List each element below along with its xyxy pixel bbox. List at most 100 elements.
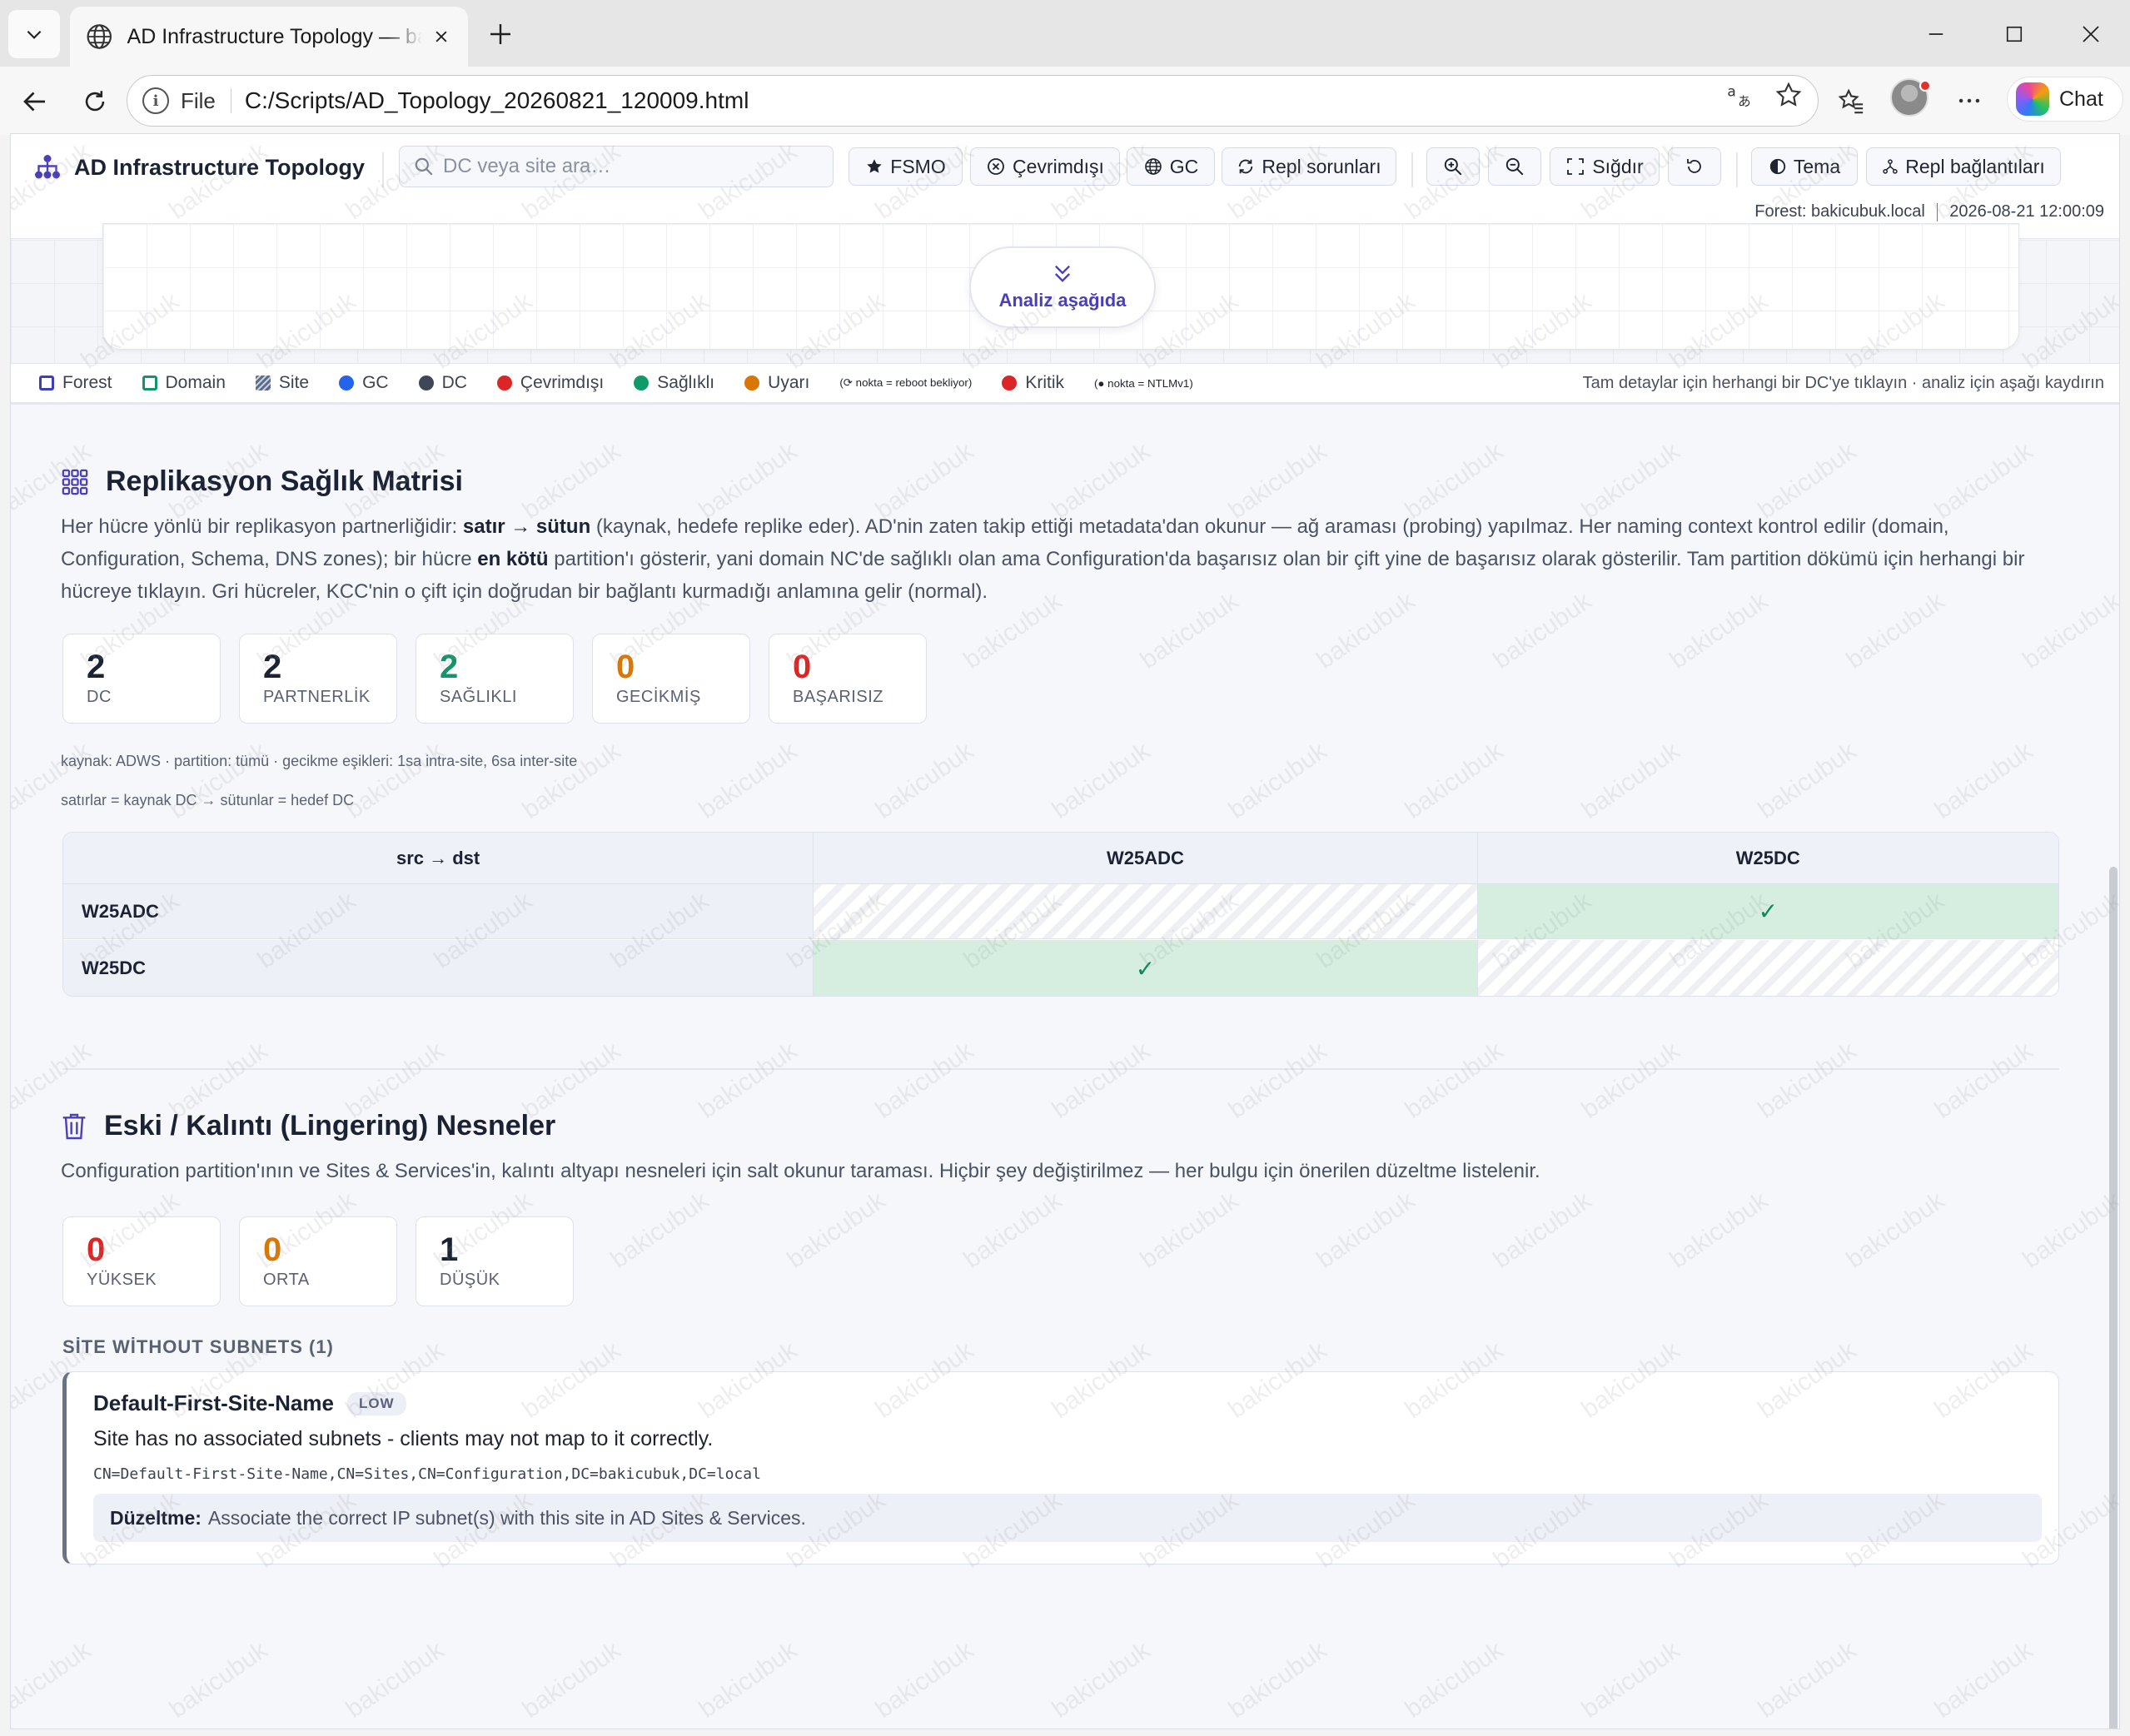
maximize-icon xyxy=(2006,26,2023,42)
watermark-text: bakicubuk xyxy=(1665,1186,1774,1274)
watermark-text: bakicubuk xyxy=(1753,1636,1862,1724)
watermark-text: bakicubuk xyxy=(2018,1186,2120,1274)
stat-label: GECİKMİŞ xyxy=(616,688,701,706)
watermark-text: bakicubuk xyxy=(694,1636,803,1724)
divider xyxy=(1936,202,1938,221)
legend-hint: Tam detaylar için herhangi bir DC'ye tık… xyxy=(1582,373,2104,392)
watermark-text: bakicubuk xyxy=(782,1186,891,1274)
stat-label: DÜŞÜK xyxy=(440,1271,500,1289)
desc-emphasis: satır → sütun xyxy=(462,515,591,538)
legend-label: Sağlıklı xyxy=(657,373,715,392)
more-options-icon[interactable] xyxy=(1948,80,1990,122)
stat-label: DC xyxy=(87,688,112,706)
desc-text: Her hücre yönlü bir replikasyon partnerl… xyxy=(61,515,463,538)
search-box[interactable] xyxy=(399,146,834,187)
search-input[interactable] xyxy=(443,155,809,178)
theme-button[interactable]: Tema xyxy=(1751,147,1858,186)
stat-value: 2 xyxy=(87,649,106,685)
favorites-icon[interactable] xyxy=(1830,80,1872,122)
reset-view-button[interactable] xyxy=(1668,147,1721,186)
legend-note: (● nokta = NTLMv1) xyxy=(1093,376,1193,390)
address-field[interactable]: i File C:/Scripts/AD_Topology_20260821_1… xyxy=(127,75,1819,127)
watermark-text: bakicubuk xyxy=(1223,1037,1332,1124)
info-icon[interactable]: i xyxy=(142,87,169,114)
legend-label: GC xyxy=(362,373,389,392)
browser-tab[interactable]: AD Infrastructure Topology — bakicubuk.l… xyxy=(70,7,468,67)
close-tab-icon[interactable] xyxy=(429,24,453,49)
new-tab-button[interactable] xyxy=(481,15,520,53)
close-window-button[interactable] xyxy=(2070,13,2112,55)
tab-list-button[interactable] xyxy=(8,10,60,58)
legend-label: Kritik xyxy=(1025,373,1064,392)
watermark-text: bakicubuk xyxy=(1223,737,1332,824)
watermark-text: bakicubuk xyxy=(1047,737,1156,824)
stat-value: 2 xyxy=(263,649,282,685)
generated-timestamp: 2026-08-21 12:00:09 xyxy=(1949,202,2104,221)
fsmo-button[interactable]: FSMO xyxy=(849,147,963,186)
tab-title: AD Infrastructure Topology — bakicubuk.l… xyxy=(127,24,423,48)
scroll-to-analysis-button[interactable]: Analiz aşağıda xyxy=(969,246,1156,328)
reload-button[interactable] xyxy=(75,82,115,122)
matrix-cell-healthy[interactable]: ✓ xyxy=(1477,884,2058,938)
zoom-out-button[interactable] xyxy=(1488,147,1541,186)
matrix-cell-self xyxy=(814,884,1478,938)
watermark-text: bakicubuk xyxy=(1576,737,1685,824)
contrast-icon xyxy=(1769,157,1787,176)
translate-icon[interactable]: aあ xyxy=(1724,78,1757,112)
lingering-description: Configuration partition'ının ve Sites & … xyxy=(61,1160,1540,1182)
legend-label: Uyarı xyxy=(768,373,810,392)
fit-label: Sığdır xyxy=(1592,155,1644,177)
legend-bar: Forest Domain Site GC DC Çevrimdışı Sağlıklı Uy… xyxy=(11,363,2119,405)
topology-icon xyxy=(35,155,60,179)
url-text: C:/Scripts/AD_Topology_20260821_120009.h… xyxy=(244,87,749,113)
severity-badge: LOW xyxy=(346,1391,406,1415)
matrix-cell-healthy[interactable]: ✓ xyxy=(814,940,1478,996)
repl-links-button[interactable]: Repl bağlantıları xyxy=(1866,147,2061,186)
watermark-text: bakicubuk xyxy=(1400,1037,1509,1124)
analysis-label: Analiz aşağıda xyxy=(998,290,1127,311)
source-note: kaynak: ADWS · partition: tümü · gecikme… xyxy=(61,753,578,769)
scrollbar[interactable] xyxy=(2109,867,2118,1729)
refresh-icon xyxy=(1237,157,1255,176)
zoom-in-button[interactable] xyxy=(1426,147,1480,186)
fit-button[interactable]: Sığdır xyxy=(1550,147,1660,186)
watermark-text: bakicubuk xyxy=(1488,1186,1597,1274)
matrix-corner: src → dst xyxy=(63,833,814,884)
fix-label: Düzeltme: xyxy=(110,1506,202,1529)
watermark-text: bakicubuk xyxy=(1929,1636,2038,1724)
gc-filter-button[interactable]: GC xyxy=(1127,147,1215,186)
axis-note: satırlar = kaynak DC → sütunlar = hedef … xyxy=(61,792,355,808)
stat-value: 2 xyxy=(440,649,459,685)
search-icon xyxy=(415,157,433,176)
star-icon xyxy=(865,157,883,176)
offline-filter-button[interactable]: Çevrimdışı xyxy=(970,147,1120,186)
watermark-text: bakicubuk xyxy=(1929,737,2038,824)
watermark-text: bakicubuk xyxy=(1047,1636,1156,1724)
legend-item: GC xyxy=(339,373,389,393)
legend-dot xyxy=(744,376,760,390)
maximize-button[interactable] xyxy=(1993,13,2035,55)
check-icon: ✓ xyxy=(1758,898,1779,924)
watermark-text: bakicubuk xyxy=(517,1636,626,1724)
legend-swatch xyxy=(142,376,157,390)
finding-card[interactable]: Default-First-Site-Name LOW Site has no … xyxy=(62,1371,2059,1564)
notification-dot xyxy=(1919,80,1931,92)
legend-dot xyxy=(339,376,355,390)
watermark-text: bakicubuk xyxy=(1576,1037,1685,1124)
replication-description: Her hücre yönlü bir replikasyon partnerl… xyxy=(61,510,2043,608)
close-icon xyxy=(2083,26,2099,42)
stat-label: PARTNERLİK xyxy=(263,688,371,706)
trash-icon xyxy=(62,1113,86,1139)
forest-name: Forest: bakicubuk.local xyxy=(1754,202,1925,221)
legend-label: Site xyxy=(278,373,310,392)
back-button[interactable] xyxy=(15,82,55,122)
minimize-button[interactable] xyxy=(1915,13,1957,55)
favorite-star-icon[interactable] xyxy=(1772,78,1805,112)
stat-card: 0 ORTA xyxy=(239,1216,397,1306)
finding-name: Default-First-Site-Name xyxy=(93,1390,334,1415)
watermark-text: bakicubuk xyxy=(10,1636,97,1724)
replication-matrix: src → dst W25ADC W25DC W25ADC ✓ W25DC ✓ xyxy=(62,832,2059,997)
repl-issues-button[interactable]: Repl sorunları xyxy=(1222,147,1396,186)
copilot-chat-button[interactable]: Chat xyxy=(2007,77,2123,122)
watermark-text: bakicubuk xyxy=(341,737,450,824)
